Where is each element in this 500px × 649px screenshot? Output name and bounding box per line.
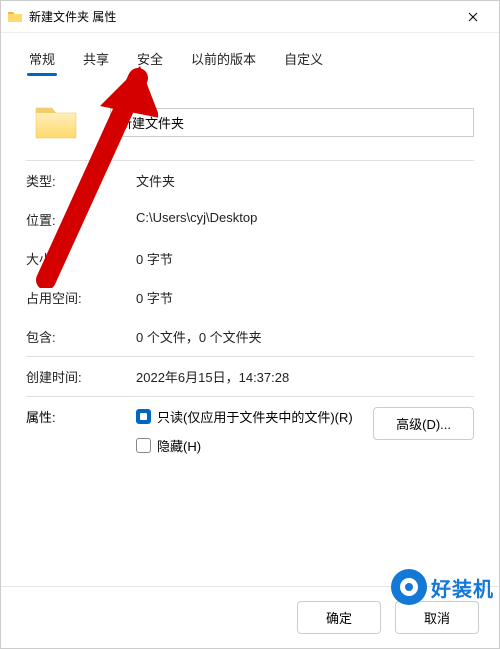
contains-label: 包含: [26,327,136,346]
folder-icon [7,9,23,25]
watermark-icon [391,569,427,605]
created-label: 创建时间: [26,367,136,386]
location-label: 位置: [26,210,136,229]
contains-value: 0 个文件，0 个文件夹 [136,327,474,346]
titlebar: 新建文件夹 属性 [1,1,499,33]
tab-previous-versions[interactable]: 以前的版本 [177,41,270,78]
advanced-button[interactable]: 高级(D)... [373,407,474,440]
properties-dialog: 新建文件夹 属性 常规 共享 安全 以前的版本 自定义 类型:文件夹 位置:C:… [0,0,500,649]
ok-button[interactable]: 确定 [297,601,381,634]
size-value: 0 字节 [136,249,474,268]
window-title: 新建文件夹 属性 [29,8,453,25]
close-button[interactable] [453,1,493,33]
tab-sharing[interactable]: 共享 [69,41,123,78]
folder-name-input[interactable] [110,108,474,137]
size-on-disk-value: 0 字节 [136,288,474,307]
tab-security[interactable]: 安全 [123,41,177,78]
readonly-label: 只读(仅应用于文件夹中的文件)(R) [157,407,353,426]
watermark: 好装机 [391,569,494,605]
hidden-checkbox[interactable] [136,438,151,453]
tab-general[interactable]: 常规 [15,41,69,78]
hidden-label: 隐藏(H) [157,436,201,455]
general-tab-content: 类型:文件夹 位置:C:\Users\cyj\Desktop 大小:0 字节 占… [1,78,499,586]
attributes-label: 属性: [26,407,136,426]
tab-customize[interactable]: 自定义 [270,41,337,78]
readonly-checkbox[interactable] [136,409,151,424]
folder-large-icon [32,98,80,146]
size-label: 大小: [26,249,136,268]
location-value: C:\Users\cyj\Desktop [136,210,474,225]
size-on-disk-label: 占用空间: [26,288,136,307]
tab-bar: 常规 共享 安全 以前的版本 自定义 [1,33,499,78]
created-value: 2022年6月15日，14:37:28 [136,367,474,386]
type-label: 类型: [26,171,136,190]
watermark-text: 好装机 [431,573,494,602]
cancel-button[interactable]: 取消 [395,601,479,634]
type-value: 文件夹 [136,171,474,190]
